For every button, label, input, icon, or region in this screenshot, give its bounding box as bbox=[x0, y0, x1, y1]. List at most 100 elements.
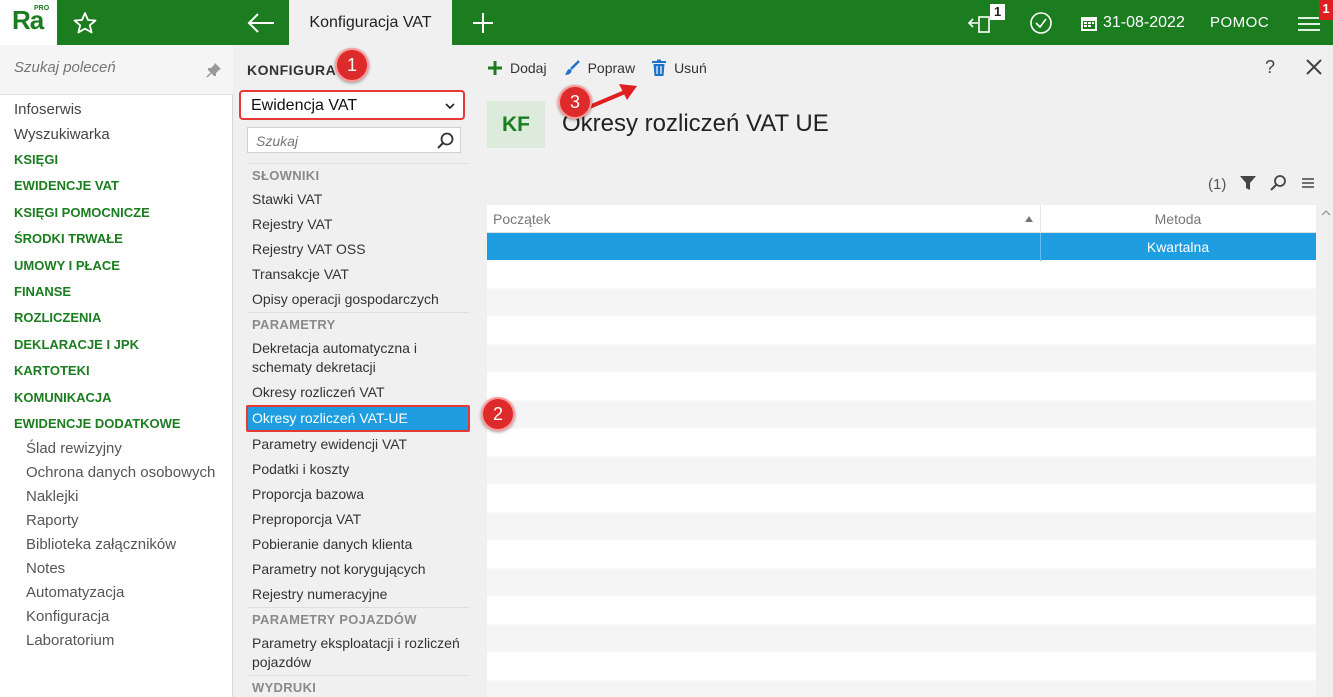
option-opisy-operacji[interactable]: Opisy operacji gospodarczych bbox=[247, 287, 469, 312]
help-menu[interactable]: POMOC bbox=[1210, 0, 1269, 45]
cell-metoda: Kwartalna bbox=[1146, 239, 1210, 255]
nav-sub-raporty[interactable]: Raporty bbox=[0, 509, 233, 533]
option-transakcje-vat[interactable]: Transakcje VAT bbox=[247, 262, 469, 287]
nav-section-deklaracje-jpk[interactable]: DEKLARACJE I JPK bbox=[0, 332, 233, 358]
edit-button[interactable]: Popraw bbox=[563, 59, 635, 77]
nav-section-ewidencje-dodatkowe[interactable]: EWIDENCJE DODATKOWE bbox=[0, 411, 233, 437]
option-preproporcja[interactable]: Preproporcja VAT bbox=[247, 507, 469, 532]
add-button[interactable]: Dodaj bbox=[487, 60, 547, 76]
nav-section-komunikacja[interactable]: KOMUNIKACJA bbox=[0, 385, 233, 411]
module-badge: KF bbox=[487, 101, 545, 148]
nav-section-finanse[interactable]: FINANSE bbox=[0, 279, 233, 305]
main-menu-button[interactable]: 1 bbox=[1290, 0, 1333, 45]
option-pobieranie-danych[interactable]: Pobieranie danych klienta bbox=[247, 532, 469, 557]
filter-icon[interactable] bbox=[1239, 174, 1257, 192]
delete-button[interactable]: Usuń bbox=[651, 59, 707, 77]
close-icon[interactable] bbox=[1305, 58, 1323, 76]
nav-sub-naklejki[interactable]: Naklejki bbox=[0, 485, 233, 509]
empty-row bbox=[487, 541, 1316, 569]
notifications-count: 1 bbox=[990, 4, 1006, 20]
pin-icon[interactable] bbox=[206, 62, 222, 78]
nav-sub-ochrona-danych[interactable]: Ochrona danych osobowych bbox=[0, 461, 233, 485]
page-title: Okresy rozliczeń VAT UE bbox=[562, 110, 829, 137]
chevron-down-icon bbox=[445, 103, 455, 110]
back-arrow-icon[interactable] bbox=[244, 9, 278, 37]
trash-icon bbox=[652, 59, 667, 76]
option-rejestry-numeracyjne[interactable]: Rejestry numeracyjne bbox=[247, 582, 469, 607]
nav-section-kartoteki[interactable]: KARTOTEKI bbox=[0, 358, 233, 384]
nav-sub-laboratorium[interactable]: Laboratorium bbox=[0, 629, 233, 653]
nav-sub-konfiguracja[interactable]: Konfiguracja bbox=[0, 605, 233, 629]
empty-row bbox=[487, 401, 1316, 429]
option-podatki-koszty[interactable]: Podatki i koszty bbox=[247, 457, 469, 482]
nav-section-srodki-trwale[interactable]: ŚRODKI TRWAŁE bbox=[0, 226, 233, 252]
config-area-select[interactable]: Ewidencja VAT bbox=[239, 90, 465, 120]
alerts-count: 1 bbox=[1319, 0, 1333, 20]
top-bar: Ra PRO Konfiguracja VAT 1 31-08-2022 POM… bbox=[0, 0, 1333, 45]
empty-row bbox=[487, 681, 1316, 697]
grid-rows: Kwartalna bbox=[487, 233, 1316, 697]
option-dekretacja[interactable]: Dekretacja automatyczna i schematy dekre… bbox=[247, 336, 469, 380]
empty-row bbox=[487, 317, 1316, 345]
check-status-icon[interactable] bbox=[1028, 0, 1054, 45]
option-okresy-vat-ue[interactable]: Okresy rozliczeń VAT-UE bbox=[246, 405, 470, 432]
group-slowniki: SŁOWNIKI bbox=[247, 163, 469, 187]
option-stawki-vat[interactable]: Stawki VAT bbox=[247, 187, 469, 212]
search-icon[interactable] bbox=[1269, 174, 1287, 192]
nav-list: Infoserwis Wyszukiwarka KSIĘGI EWIDENCJE… bbox=[0, 97, 233, 653]
sort-asc-icon[interactable] bbox=[1024, 215, 1034, 223]
nav-section-rozliczenia[interactable]: ROZLICZENIA bbox=[0, 305, 233, 331]
nav-item-wyszukiwarka[interactable]: Wyszukiwarka bbox=[0, 122, 233, 147]
nav-section-ksiegi[interactable]: KSIĘGI bbox=[0, 147, 233, 173]
callout-2: 2 bbox=[481, 397, 515, 431]
nav-sub-biblioteka[interactable]: Biblioteka załączników bbox=[0, 533, 233, 557]
empty-row bbox=[487, 625, 1316, 653]
date-button[interactable]: 31-08-2022 bbox=[1080, 0, 1185, 45]
delete-label: Usuń bbox=[674, 60, 707, 76]
plus-icon bbox=[488, 61, 502, 75]
data-grid: Początek Metoda Kwartalna bbox=[487, 205, 1316, 697]
option-parametry-not[interactable]: Parametry not korygujących bbox=[247, 557, 469, 582]
option-proporcja-bazowa[interactable]: Proporcja bazowa bbox=[247, 482, 469, 507]
new-tab-plus-icon[interactable] bbox=[468, 9, 498, 37]
edit-label: Popraw bbox=[587, 60, 636, 76]
option-parametry-ewidencji[interactable]: Parametry ewidencji VAT bbox=[247, 432, 469, 457]
nav-section-umowy-place[interactable]: UMOWY I PŁACE bbox=[0, 253, 233, 279]
help-label: POMOC bbox=[1210, 14, 1270, 31]
notifications-button[interactable]: 1 bbox=[966, 0, 1014, 45]
nav-section-ksiegi-pomocnicze[interactable]: KSIĘGI POMOCNICZE bbox=[0, 200, 233, 226]
config-options-list: SŁOWNIKI Stawki VAT Rejestry VAT Rejestr… bbox=[246, 163, 470, 697]
command-search-input[interactable] bbox=[14, 59, 194, 76]
help-button[interactable]: ? bbox=[1265, 57, 1275, 78]
nav-section-ewidencje-vat[interactable]: EWIDENCJE VAT bbox=[0, 173, 233, 199]
menu-lines-icon[interactable] bbox=[1301, 176, 1315, 190]
nav-item-infoserwis[interactable]: Infoserwis bbox=[0, 97, 233, 122]
search-icon[interactable] bbox=[436, 131, 456, 151]
empty-row bbox=[487, 485, 1316, 513]
config-search bbox=[247, 127, 461, 153]
tab-konfiguracja-vat[interactable]: Konfiguracja VAT bbox=[289, 0, 452, 45]
calendar-icon bbox=[1081, 16, 1097, 31]
option-okresy-vat[interactable]: Okresy rozliczeń VAT bbox=[247, 380, 469, 405]
option-rejestry-vat-oss[interactable]: Rejestry VAT OSS bbox=[247, 237, 469, 262]
config-search-input[interactable] bbox=[256, 133, 426, 149]
option-parametry-pojazdow[interactable]: Parametry eksploatacji i rozliczeń pojaz… bbox=[247, 631, 469, 675]
configuration-panel: KONFIGURACJA Ewidencja VAT SŁOWNIKI Staw… bbox=[234, 45, 475, 697]
empty-row bbox=[487, 373, 1316, 401]
record-count: (1) bbox=[1208, 175, 1227, 193]
column-header-poczatek[interactable]: Początek bbox=[493, 211, 551, 227]
nav-sub-automatyzacja[interactable]: Automatyzacja bbox=[0, 581, 233, 605]
option-rejestry-vat[interactable]: Rejestry VAT bbox=[247, 212, 469, 237]
app-logo[interactable]: Ra PRO bbox=[0, 0, 57, 45]
callout-3: 3 bbox=[558, 85, 592, 119]
favorite-star-icon[interactable] bbox=[70, 9, 100, 37]
empty-row bbox=[487, 345, 1316, 373]
table-row[interactable]: Kwartalna bbox=[487, 233, 1316, 261]
nav-sub-slad-rewizyjny[interactable]: Ślad rewizyjny bbox=[0, 437, 233, 461]
config-area-value: Ewidencja VAT bbox=[251, 97, 358, 114]
empty-row bbox=[487, 569, 1316, 597]
column-header-metoda[interactable]: Metoda bbox=[1040, 211, 1316, 227]
grid-header: Początek Metoda bbox=[487, 205, 1316, 233]
nav-sub-notes[interactable]: Notes bbox=[0, 557, 233, 581]
scroll-up-icon[interactable] bbox=[1321, 208, 1331, 218]
